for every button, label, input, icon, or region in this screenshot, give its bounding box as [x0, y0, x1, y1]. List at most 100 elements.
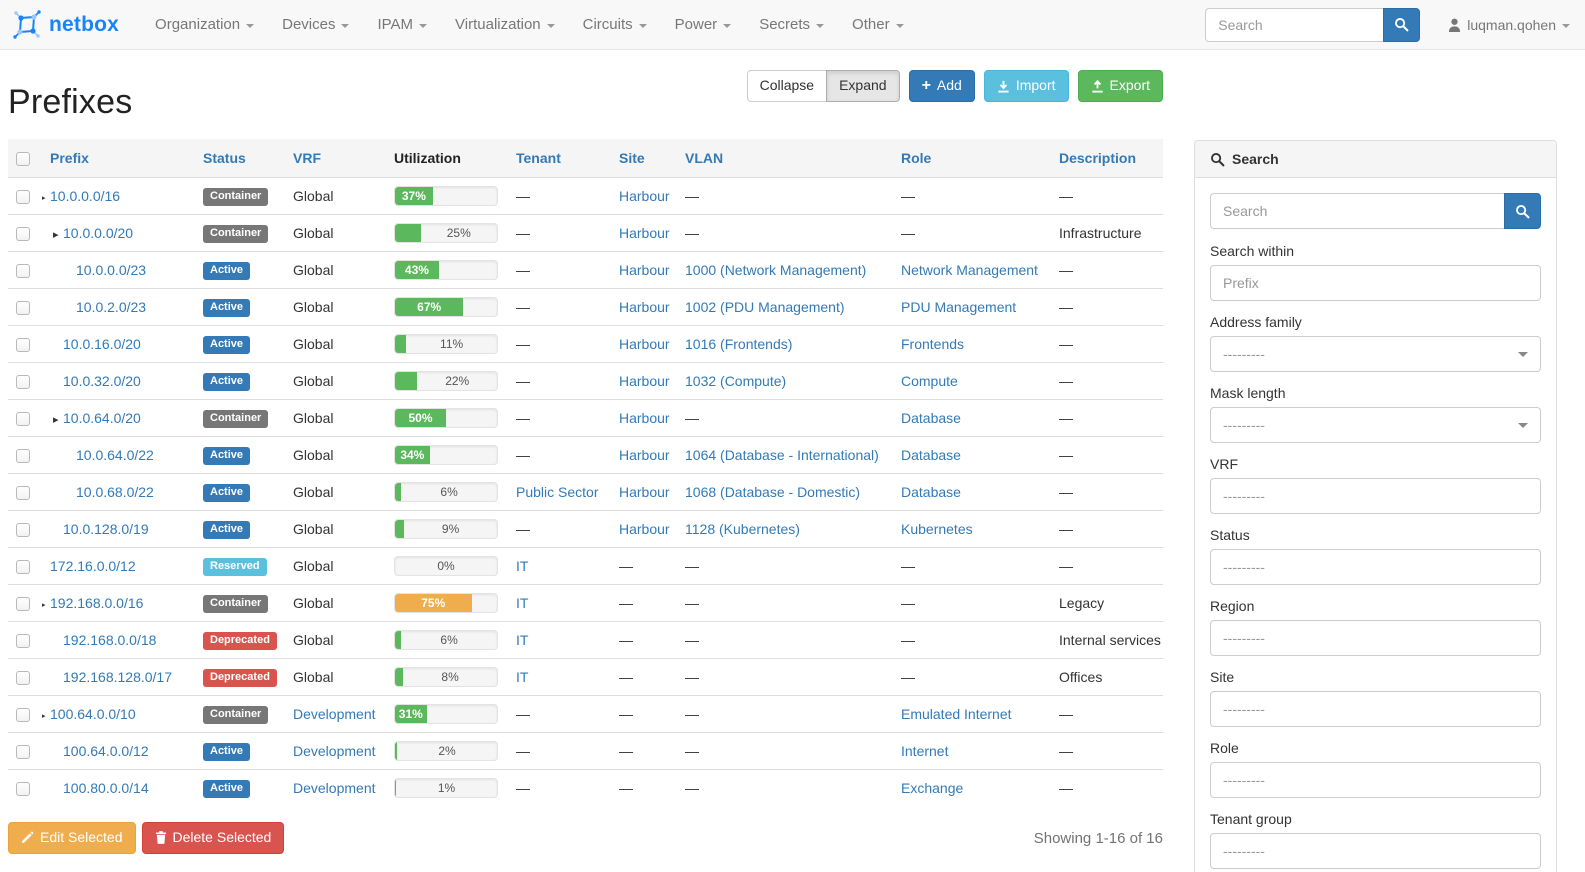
expand-toggle-icon[interactable]: ▸ [42, 709, 50, 722]
prefix-link[interactable]: 10.0.64.0/22 [76, 447, 154, 463]
filter-input-search-within-field[interactable] [1223, 275, 1528, 291]
row-checkbox[interactable] [16, 634, 30, 648]
site-link[interactable]: Harbour [619, 225, 670, 241]
edit-selected-button[interactable]: Edit Selected [8, 822, 136, 854]
site-link[interactable]: Harbour [619, 188, 670, 204]
nav-item-ipam[interactable]: IPAM [363, 0, 441, 50]
row-checkbox[interactable] [16, 338, 30, 352]
prefix-link[interactable]: 10.0.128.0/19 [63, 521, 149, 537]
column-sort-prefix[interactable]: Prefix [50, 150, 89, 166]
nav-item-secrets[interactable]: Secrets [745, 0, 838, 50]
row-checkbox[interactable] [16, 708, 30, 722]
row-checkbox[interactable] [16, 227, 30, 241]
column-sort-status[interactable]: Status [203, 150, 246, 166]
delete-selected-button[interactable]: Delete Selected [142, 822, 285, 854]
filter-select-mask-length[interactable]: --------- [1210, 407, 1541, 443]
column-sort-desc[interactable]: Description [1059, 150, 1136, 166]
role-link[interactable]: Frontends [901, 336, 964, 352]
prefix-link[interactable]: 10.0.16.0/20 [63, 336, 141, 352]
nav-item-devices[interactable]: Devices [268, 0, 363, 50]
role-link[interactable]: Database [901, 447, 961, 463]
vlan-link[interactable]: 1000 (Network Management) [685, 262, 866, 278]
prefix-link[interactable]: 10.0.64.0/20 [63, 410, 141, 426]
row-checkbox[interactable] [16, 190, 30, 204]
vlan-link[interactable]: 1032 (Compute) [685, 373, 786, 389]
prefix-link[interactable]: 10.0.2.0/23 [76, 299, 146, 315]
vlan-link[interactable]: 1016 (Frontends) [685, 336, 792, 352]
site-link[interactable]: Harbour [619, 299, 670, 315]
expand-toggle-icon[interactable]: ▸ [42, 191, 50, 204]
tenant-link[interactable]: IT [516, 632, 528, 648]
site-link[interactable]: Harbour [619, 336, 670, 352]
filter-select-site[interactable]: --------- [1210, 691, 1541, 727]
add-button[interactable]: + Add [909, 70, 975, 102]
expand-toggle-icon[interactable]: ▸ [53, 413, 63, 426]
role-link[interactable]: Compute [901, 373, 958, 389]
filter-search-button[interactable] [1504, 193, 1541, 229]
import-button[interactable]: Import [984, 70, 1069, 102]
filter-select-vrf[interactable]: --------- [1210, 478, 1541, 514]
prefix-link[interactable]: 100.64.0.0/10 [50, 706, 136, 722]
vrf-link[interactable]: Development [293, 780, 376, 796]
user-menu[interactable]: luqman.qohen [1448, 17, 1570, 33]
vrf-link[interactable]: Development [293, 706, 376, 722]
prefix-link[interactable]: 100.64.0.0/12 [63, 743, 149, 759]
row-checkbox[interactable] [16, 264, 30, 278]
expand-button[interactable]: Expand [826, 70, 899, 102]
row-checkbox[interactable] [16, 560, 30, 574]
expand-toggle-icon[interactable]: ▸ [53, 228, 63, 241]
role-link[interactable]: Kubernetes [901, 521, 973, 537]
site-link[interactable]: Harbour [619, 484, 670, 500]
filter-select-region[interactable]: --------- [1210, 620, 1541, 656]
role-link[interactable]: Database [901, 410, 961, 426]
row-checkbox[interactable] [16, 671, 30, 685]
column-sort-vlan[interactable]: VLAN [685, 150, 723, 166]
row-checkbox[interactable] [16, 523, 30, 537]
collapse-button[interactable]: Collapse [747, 70, 827, 102]
row-checkbox[interactable] [16, 782, 30, 796]
prefix-link[interactable]: 100.80.0.0/14 [63, 780, 149, 796]
prefix-link[interactable]: 10.0.0.0/20 [63, 225, 133, 241]
vlan-link[interactable]: 1064 (Database - International) [685, 447, 879, 463]
prefix-link[interactable]: 192.168.128.0/17 [63, 669, 172, 685]
role-link[interactable]: Database [901, 484, 961, 500]
row-checkbox[interactable] [16, 597, 30, 611]
role-link[interactable]: PDU Management [901, 299, 1016, 315]
navbar-search-button[interactable] [1383, 8, 1420, 42]
select-all-checkbox[interactable] [16, 152, 30, 166]
prefix-link[interactable]: 10.0.32.0/20 [63, 373, 141, 389]
vlan-link[interactable]: 1002 (PDU Management) [685, 299, 845, 315]
filter-select-role[interactable]: --------- [1210, 762, 1541, 798]
netbox-logo[interactable]: netbox [12, 10, 119, 40]
expand-toggle-icon[interactable]: ▸ [42, 598, 50, 611]
column-sort-site[interactable]: Site [619, 150, 645, 166]
row-checkbox[interactable] [16, 375, 30, 389]
vlan-link[interactable]: 1068 (Database - Domestic) [685, 484, 860, 500]
nav-item-circuits[interactable]: Circuits [569, 0, 661, 50]
role-link[interactable]: Emulated Internet [901, 706, 1012, 722]
site-link[interactable]: Harbour [619, 262, 670, 278]
filter-select-tenant-group[interactable]: --------- [1210, 833, 1541, 869]
vrf-link[interactable]: Development [293, 743, 376, 759]
prefix-link[interactable]: 192.168.0.0/18 [63, 632, 156, 648]
nav-item-organization[interactable]: Organization [141, 0, 268, 50]
tenant-link[interactable]: IT [516, 669, 528, 685]
prefix-link[interactable]: 172.16.0.0/12 [50, 558, 136, 574]
prefix-link[interactable]: 10.0.0.0/23 [76, 262, 146, 278]
site-link[interactable]: Harbour [619, 410, 670, 426]
nav-item-virtualization[interactable]: Virtualization [441, 0, 569, 50]
vlan-link[interactable]: 1128 (Kubernetes) [685, 521, 800, 537]
role-link[interactable]: Internet [901, 743, 948, 759]
role-link[interactable]: Exchange [901, 780, 963, 796]
role-link[interactable]: Network Management [901, 262, 1038, 278]
nav-item-power[interactable]: Power [661, 0, 746, 50]
filter-select-address-family[interactable]: --------- [1210, 336, 1541, 372]
tenant-link[interactable]: IT [516, 595, 528, 611]
filter-select-status[interactable]: --------- [1210, 549, 1541, 585]
prefix-link[interactable]: 192.168.0.0/16 [50, 595, 143, 611]
site-link[interactable]: Harbour [619, 521, 670, 537]
prefix-link[interactable]: 10.0.68.0/22 [76, 484, 154, 500]
row-checkbox[interactable] [16, 745, 30, 759]
row-checkbox[interactable] [16, 486, 30, 500]
prefix-link[interactable]: 10.0.0.0/16 [50, 188, 120, 204]
